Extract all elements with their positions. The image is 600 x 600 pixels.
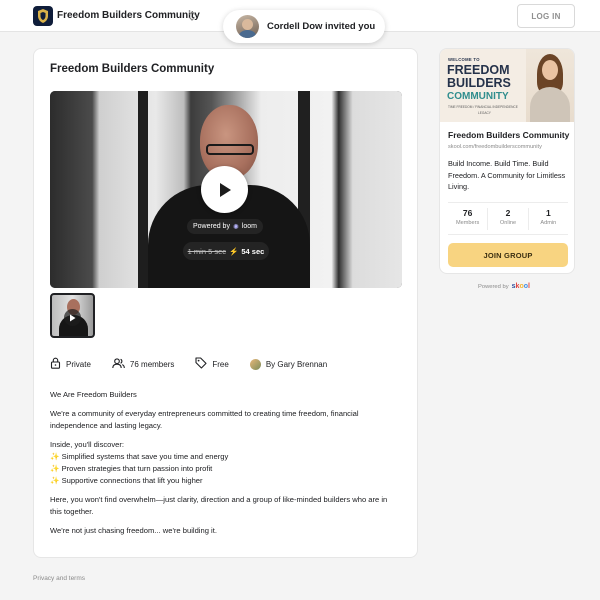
price-info: Free (195, 357, 229, 371)
members-label: 76 members (129, 359, 175, 369)
desc-list-item: ✨ Supportive connections that lift you h… (50, 476, 203, 485)
video-player[interactable]: Powered by ✺ loom 1 min 5 sec ⚡ 54 sec (50, 91, 402, 288)
desc-paragraph: Here, you won't find overwhelm—just clar… (50, 495, 388, 516)
switch-group-chevron-icon[interactable] (187, 9, 197, 23)
stat-label: Online (499, 220, 517, 226)
banner-community: COMMUNITY (447, 91, 509, 102)
stat-value: 1 (545, 208, 551, 218)
duration-badge: 1 min 5 sec ⚡ 54 sec (183, 242, 269, 260)
desc-paragraph: We're a community of everyday entreprene… (50, 409, 359, 430)
stat-online: 2 Online (488, 208, 529, 230)
loom-label: loom (241, 223, 258, 230)
stat-admin: 1 Admin (529, 208, 568, 230)
author-avatar (249, 358, 261, 370)
group-meta: Private 76 members Free By Gary Brennan (50, 357, 348, 371)
inviter-avatar (236, 15, 259, 38)
privacy-terms-link[interactable]: Privacy and terms (33, 575, 85, 582)
desc-closing: We're not just chasing freedom... we're … (50, 526, 217, 535)
group-logo-icon[interactable] (33, 6, 53, 26)
users-icon (112, 357, 125, 371)
video-thumbnail[interactable] (50, 293, 95, 338)
group-url[interactable]: skool.com/freedombuilderscommunity (448, 144, 542, 150)
desc-list-intro: Inside, you'll discover: (50, 440, 125, 449)
author-info[interactable]: By Gary Brennan (249, 358, 328, 370)
divider (448, 202, 568, 203)
powered-by-label: Powered by (192, 223, 230, 230)
desc-list-item: ✨ Proven strategies that turn passion in… (50, 464, 213, 473)
stat-label: Members (456, 220, 480, 226)
original-duration: 1 min 5 sec (187, 246, 227, 256)
banner-welcome: WELCOME TO (448, 57, 480, 62)
group-cover-image: WELCOME TO FREEDOM BUILDERS COMMUNITY TI… (440, 49, 574, 122)
loom-icon: ✺ (232, 223, 239, 231)
about-card: Freedom Builders Community Powered by ✺ … (33, 48, 418, 558)
fast-duration: 54 sec (241, 246, 265, 256)
page-title: Freedom Builders Community (50, 63, 215, 75)
stat-value: 76 (462, 208, 473, 218)
tag-icon (195, 357, 207, 371)
banner-tagline: TIME FREEDOM / FINANCIAL INDEPENDENCE (448, 105, 518, 109)
privacy-label: Private (66, 359, 91, 369)
banner-headline: FREEDOM BUILDERS (447, 64, 523, 90)
login-button[interactable]: LOG IN (517, 4, 575, 28)
loom-badge[interactable]: Powered by ✺ loom (187, 219, 263, 234)
group-stats: 76 Members 2 Online 1 Admin (448, 208, 568, 230)
desc-list: Inside, you'll discover: ✨ Simplified sy… (50, 439, 400, 487)
powered-by-skool[interactable]: Powered by skool (478, 283, 530, 290)
divider (448, 234, 568, 235)
banner-tagline-legacy: LEGACY (478, 111, 491, 115)
group-sidebar-card: WELCOME TO FREEDOM BUILDERS COMMUNITY TI… (439, 48, 575, 274)
lock-icon (50, 357, 61, 371)
banner-photo (526, 49, 574, 122)
sidebar-group-name: Freedom Builders Community (448, 130, 570, 140)
skool-logo: skool (511, 283, 530, 290)
author-label: By Gary Brennan (265, 359, 328, 369)
invite-banner: Cordell Dow invited you (223, 10, 385, 43)
desc-list-item: ✨ Simplified systems that save you time … (50, 452, 229, 461)
thumbnail-play-icon (64, 309, 81, 326)
invite-text: Cordell Dow invited you (267, 21, 376, 32)
privacy-info: Private (50, 357, 91, 371)
stat-members: 76 Members (448, 208, 489, 230)
banner-line: BUILDERS (447, 76, 511, 90)
stat-value: 2 (505, 208, 511, 218)
lightning-icon: ⚡ (229, 246, 239, 256)
group-description: We Are Freedom Builders We're a communit… (50, 389, 400, 544)
join-group-button[interactable]: JOIN GROUP (448, 243, 568, 267)
price-label: Free (212, 359, 229, 369)
stat-label: Admin (540, 220, 557, 226)
group-name[interactable]: Freedom Builders Community (57, 10, 200, 21)
members-info: 76 members (112, 357, 175, 371)
sidebar-description: Build Income. Build Time. Build Freedom.… (448, 159, 566, 191)
play-button[interactable] (201, 166, 248, 213)
powered-by-text: Powered by (478, 283, 509, 290)
desc-heading: We Are Freedom Builders (50, 390, 137, 399)
